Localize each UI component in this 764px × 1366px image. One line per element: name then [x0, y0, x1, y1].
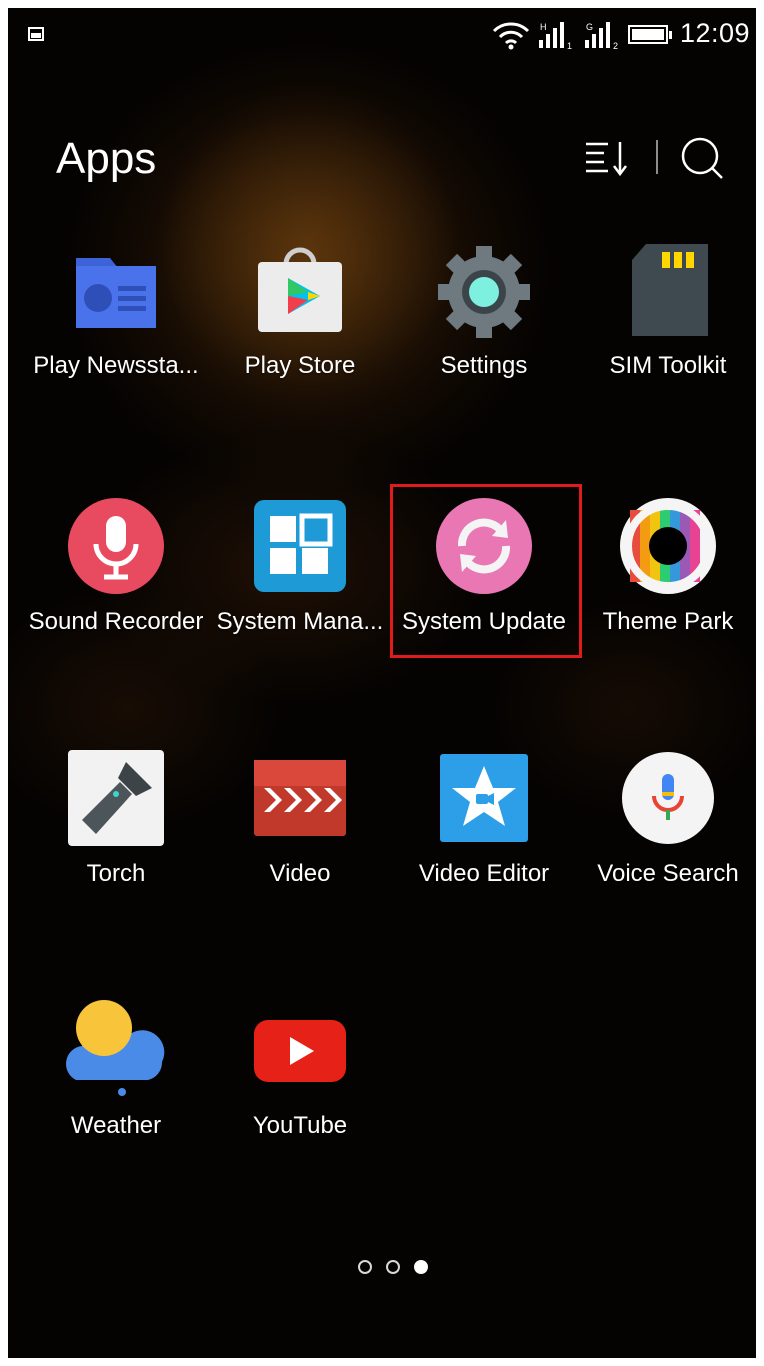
weather-cloud-sun-icon [66, 1000, 165, 1096]
app-label: Torch [86, 860, 146, 887]
theme-park-icon [620, 498, 716, 594]
app-youtube[interactable]: YouTube [208, 1000, 392, 1200]
app-weather[interactable]: Weather [24, 1000, 208, 1200]
play-store-icon [258, 247, 342, 332]
page-dot-2[interactable] [386, 1260, 400, 1274]
system-manager-icon [254, 500, 346, 592]
sim1-index-label: 1 [567, 41, 572, 50]
app-label: System Mana... [216, 608, 384, 635]
microphone-icon [68, 498, 164, 594]
app-video[interactable]: Video [208, 748, 392, 948]
app-label: Voice Search [597, 860, 739, 887]
video-editor-star-icon [440, 754, 528, 842]
status-clock: 12:09 [680, 18, 751, 48]
app-label: Play Newssta... [33, 352, 199, 379]
video-clapper-icon [254, 760, 346, 836]
voice-search-mic-icon [622, 752, 714, 844]
app-label: Video Editor [418, 860, 550, 887]
page-title: Apps [56, 134, 157, 183]
battery-icon [628, 25, 672, 44]
selection-highlight [390, 484, 582, 658]
signal-sim1-icon: H 1 [539, 22, 572, 50]
app-settings[interactable]: Settings [392, 240, 576, 440]
app-play-newsstand[interactable]: Play Newssta... [24, 240, 208, 440]
sim2-network-label: G [586, 22, 593, 32]
app-label: Video [269, 860, 331, 887]
app-label: Play Store [244, 352, 356, 379]
app-torch[interactable]: Torch [24, 748, 208, 948]
app-sound-recorder[interactable]: Sound Recorder [24, 496, 208, 696]
app-label: Settings [440, 352, 528, 379]
app-label: YouTube [252, 1112, 348, 1139]
youtube-play-icon [254, 1020, 346, 1082]
page-indicator [358, 1258, 438, 1278]
app-sim-toolkit[interactable]: SIM Toolkit [576, 240, 756, 440]
wifi-icon [492, 22, 530, 50]
app-drawer-screen: H 1 G 2 12:09 Apps Play Newssta... Play … [8, 8, 756, 1358]
sort-icon[interactable] [584, 136, 630, 182]
app-theme-park[interactable]: Theme Park [576, 496, 756, 696]
app-play-store[interactable]: Play Store [208, 240, 392, 440]
signal-sim2-icon: G 2 [585, 22, 618, 50]
app-label: SIM Toolkit [609, 352, 727, 379]
image-notification-icon [28, 27, 44, 41]
flashlight-icon [68, 750, 164, 846]
app-label: Sound Recorder [28, 608, 204, 635]
app-system-manager[interactable]: System Mana... [208, 496, 392, 696]
settings-gear-icon [438, 246, 530, 338]
search-icon[interactable] [678, 134, 726, 182]
header-divider [656, 140, 658, 174]
sim-card-icon [632, 244, 708, 336]
status-bar: H 1 G 2 12:09 [8, 8, 756, 62]
page-dot-3[interactable] [414, 1260, 428, 1274]
sim1-network-label: H [540, 22, 547, 32]
app-voice-search[interactable]: Voice Search [576, 748, 756, 948]
app-label: Weather [70, 1112, 162, 1139]
play-newsstand-icon [76, 258, 156, 328]
page-dot-1[interactable] [358, 1260, 372, 1274]
app-video-editor[interactable]: Video Editor [392, 748, 576, 948]
sim2-index-label: 2 [613, 41, 618, 50]
app-label: Theme Park [602, 608, 734, 635]
